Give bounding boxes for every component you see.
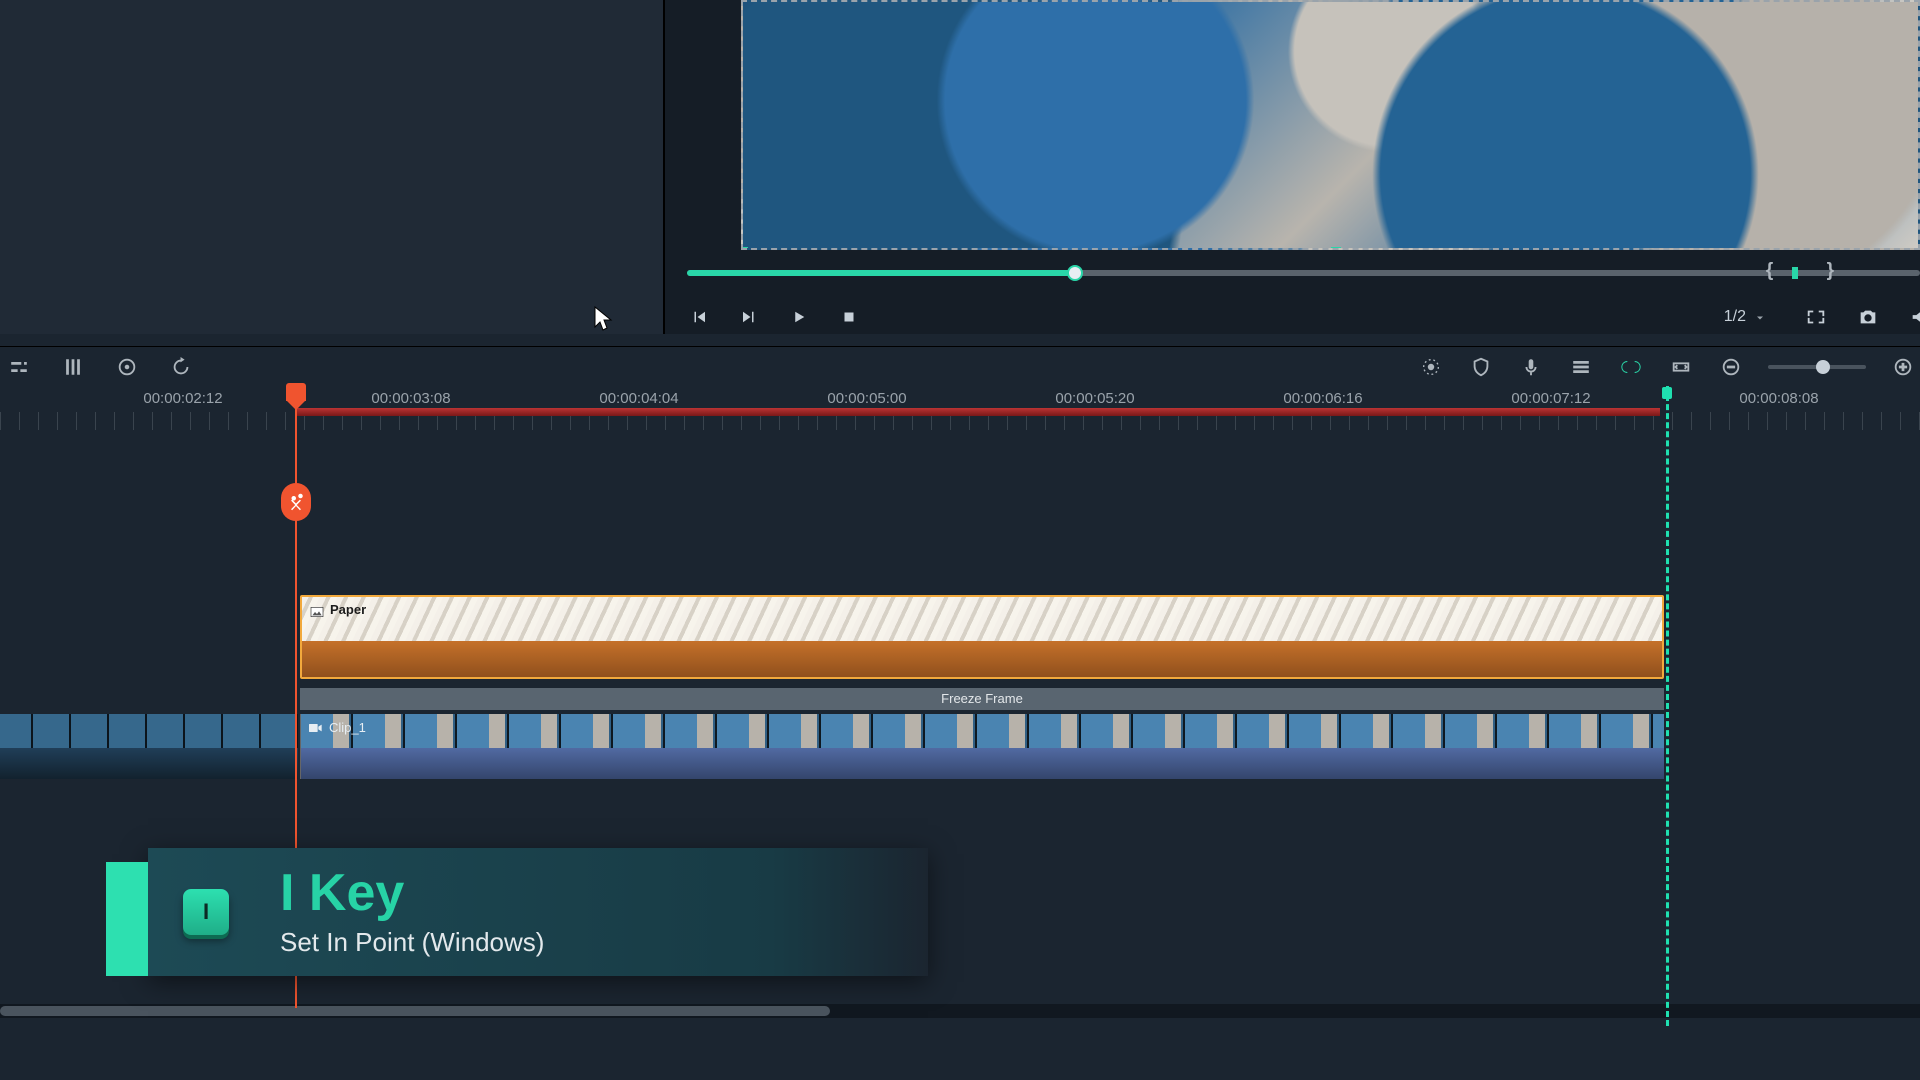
- ruler-tick-label: 00:00:07:12: [1511, 390, 1590, 407]
- callout-title: I Key: [280, 867, 544, 919]
- timeline-toolbar: [0, 346, 1920, 386]
- snapshot-button[interactable]: [1856, 305, 1880, 329]
- volume-button[interactable]: [1908, 305, 1920, 329]
- step-forward-button[interactable]: [737, 305, 761, 329]
- scrubber-knob[interactable]: [1067, 265, 1083, 281]
- ruler-tick-label: 00:00:03:08: [371, 390, 450, 407]
- chevron-down-icon: [1754, 311, 1766, 323]
- effects-button[interactable]: [1418, 354, 1444, 380]
- scrollbar-thumb[interactable]: [0, 1006, 830, 1016]
- zoom-out-button[interactable]: [1718, 354, 1744, 380]
- image-icon: [308, 603, 326, 621]
- inspector-panel: [0, 0, 665, 334]
- key-badge: I: [183, 889, 229, 935]
- fullscreen-button[interactable]: [1804, 305, 1828, 329]
- ruler-tick-label: 00:00:08:08: [1739, 390, 1818, 407]
- callout-accent: [106, 862, 148, 976]
- ruler-tick-label: 00:00:02:12: [143, 390, 222, 407]
- timeline-tracks[interactable]: Paper Freeze Frame Clip_1: [0, 430, 1920, 1080]
- safezone-handle-icon[interactable]: [1331, 247, 1341, 250]
- playback-speed-selector[interactable]: 1/2: [1724, 308, 1766, 326]
- shortcut-callout: I I Key Set In Point (Windows): [148, 848, 928, 976]
- preview-canvas[interactable]: [741, 0, 1920, 250]
- zoom-in-button[interactable]: [1890, 354, 1916, 380]
- video-icon: [307, 720, 325, 738]
- clip-paper[interactable]: Paper: [300, 595, 1664, 679]
- scrubber-progress: [687, 270, 1075, 276]
- mask-button[interactable]: [1468, 354, 1494, 380]
- play-button[interactable]: [787, 305, 811, 329]
- ruler-tick-label: 00:00:06:16: [1283, 390, 1362, 407]
- ruler-tick-label: 00:00:04:04: [599, 390, 678, 407]
- callout-subtitle: Set In Point (Windows): [280, 927, 544, 958]
- ruler-selection-range: [296, 408, 1660, 416]
- preview-right-controls: 1/2: [1724, 300, 1920, 334]
- render-button[interactable]: [168, 354, 194, 380]
- fit-button[interactable]: [1668, 354, 1694, 380]
- ruler-tick-label: 00:00:05:00: [827, 390, 906, 407]
- step-back-button[interactable]: [687, 305, 711, 329]
- voiceover-button[interactable]: [1518, 354, 1544, 380]
- out-point-line: [1666, 386, 1669, 1026]
- clip-main-lead[interactable]: [0, 714, 298, 779]
- safezone-handle-icon[interactable]: [741, 247, 748, 250]
- adjust-button[interactable]: [6, 354, 32, 380]
- preview-pane: { } 00:00: 1/2: [665, 0, 1920, 334]
- clip-main-label: Clip_1: [329, 720, 366, 735]
- out-point-cap-icon[interactable]: [1662, 387, 1672, 399]
- color-button[interactable]: [114, 354, 140, 380]
- zoom-slider[interactable]: [1768, 365, 1866, 369]
- clip-main[interactable]: Clip_1: [300, 714, 1664, 779]
- playback-speed-value: 1/2: [1724, 308, 1746, 326]
- clip-paper-label: Paper: [330, 602, 366, 617]
- timeline-horizontal-scrollbar[interactable]: [0, 1004, 1920, 1018]
- transport-controls: [687, 300, 861, 334]
- freeze-frame-label[interactable]: Freeze Frame: [300, 688, 1664, 710]
- ripple-button[interactable]: [1618, 354, 1644, 380]
- split-button[interactable]: [281, 483, 311, 521]
- stop-button[interactable]: [837, 305, 861, 329]
- tracks-button[interactable]: [1568, 354, 1594, 380]
- ruler-tick-label: 00:00:05:20: [1055, 390, 1134, 407]
- preview-scrubber[interactable]: [687, 270, 1920, 276]
- audio-mixer-button[interactable]: [60, 354, 86, 380]
- mark-in-out-braces[interactable]: { }: [1766, 260, 1858, 282]
- zoom-slider-knob[interactable]: [1816, 360, 1830, 374]
